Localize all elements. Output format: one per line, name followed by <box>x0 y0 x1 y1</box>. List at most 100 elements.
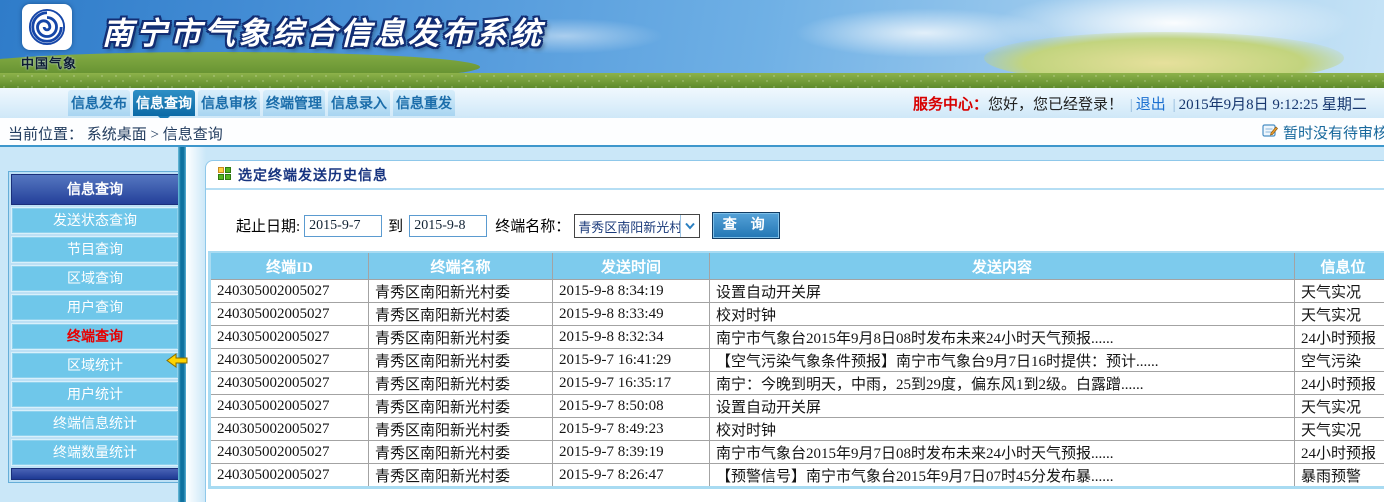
table-row: 240305002005027 青秀区南阳新光村委 2015-9-7 8:39:… <box>210 441 1384 464</box>
breadcrumb-home-link[interactable]: 系统桌面 <box>87 127 147 143</box>
cell-terminal-name: 青秀区南阳新光村委 <box>369 395 553 418</box>
date-from-input[interactable] <box>304 215 382 237</box>
cell-send-content: 南宁：今晚到明天，中雨，25到29度，偏东风1到2级。白露蹭...... <box>710 372 1295 395</box>
sidebar-item-user-query[interactable]: 用户查询 <box>11 294 179 321</box>
cell-terminal-id: 240305002005027 <box>210 372 369 395</box>
cell-send-content: 【空气污染气象条件预报】南宁市气象台9月7日16时提供：预计...... <box>710 349 1295 372</box>
cell-terminal-id: 240305002005027 <box>210 349 369 372</box>
sidebar-item-user-stats[interactable]: 用户统计 <box>11 381 179 408</box>
panel-header: 选定终端发送历史信息 <box>206 161 1384 190</box>
service-center-label: 服务中心： <box>913 97 988 113</box>
breadcrumb-separator: > <box>151 127 159 143</box>
sidebar-item-area-query[interactable]: 区域查询 <box>11 265 179 292</box>
sidebar-item-area-stats[interactable]: 区域统计 <box>11 352 179 379</box>
breadcrumb-bar: 当前位置： 系统桌面 > 信息查询 暂时没有待审核信息 <box>0 118 1384 147</box>
cell-send-time: 2015-9-7 8:39:19 <box>553 441 710 464</box>
cell-info-type: 天气实况 <box>1295 395 1384 418</box>
table-header-cell: 信息位 <box>1295 252 1384 280</box>
sidebar-title: 信息查询 <box>11 174 179 205</box>
breadcrumb-label: 当前位置： <box>8 127 83 143</box>
terminal-select-value: 青秀区南阳新光村委 <box>575 215 680 237</box>
sidebar-item-terminal-count-stats[interactable]: 终端数量统计 <box>11 439 179 466</box>
banner: 中国气象 南宁市气象综合信息发布系统 <box>0 0 1384 88</box>
logo-caption: 中国气象 <box>12 53 86 72</box>
cell-terminal-name: 青秀区南阳新光村委 <box>369 464 553 488</box>
cell-send-content: 设置自动开关屏 <box>710 280 1295 303</box>
separator: | <box>1173 97 1176 113</box>
sidebar-item-send-status-query[interactable]: 发送状态查询 <box>11 207 179 234</box>
chevron-down-icon[interactable] <box>680 215 699 237</box>
cell-terminal-id: 240305002005027 <box>210 395 369 418</box>
cell-terminal-id: 240305002005027 <box>210 326 369 349</box>
sidebar-item-terminal-info-stats[interactable]: 终端信息统计 <box>11 410 179 437</box>
tab-info-query[interactable]: 信息查询 <box>133 90 195 116</box>
sidebar-item-terminal-query[interactable]: 终端查询 <box>11 323 179 350</box>
table-header-cell: 发送内容 <box>710 252 1295 280</box>
date-range-label: 起止日期: <box>236 215 300 236</box>
grass-decoration <box>0 73 1384 88</box>
sidebar-item-program-query[interactable]: 节目查询 <box>11 236 179 263</box>
tab-info-review[interactable]: 信息审核 <box>198 90 260 116</box>
cell-info-type: 暴雨预警 <box>1295 464 1384 488</box>
table-body: 240305002005027 青秀区南阳新光村委 2015-9-8 8:34:… <box>210 280 1384 488</box>
table-header-cell: 终端ID <box>210 252 369 280</box>
cell-terminal-name: 青秀区南阳新光村委 <box>369 280 553 303</box>
cell-terminal-name: 青秀区南阳新光村委 <box>369 418 553 441</box>
sidebar: 信息查询 发送状态查询 节目查询 区域查询 用户查询 终端查询 区域统计 用户统… <box>8 171 182 483</box>
table-row: 240305002005027 青秀区南阳新光村委 2015-9-8 8:33:… <box>210 303 1384 326</box>
datetime-display: 2015年9月8日 9:12:25 星期二 <box>1179 97 1367 113</box>
content-area: 信息查询 发送状态查询 节目查询 区域查询 用户查询 终端查询 区域统计 用户统… <box>0 147 1384 502</box>
cell-terminal-name: 青秀区南阳新光村委 <box>369 372 553 395</box>
table-row: 240305002005027 青秀区南阳新光村委 2015-9-7 8:50:… <box>210 395 1384 418</box>
cell-info-type: 24小时预报 <box>1295 372 1384 395</box>
review-notice-text: 暂时没有待审核信息 <box>1283 122 1384 143</box>
cell-terminal-name: 青秀区南阳新光村委 <box>369 349 553 372</box>
terminal-select[interactable]: 青秀区南阳新光村委 <box>574 214 700 238</box>
query-form: 起止日期: 到 终端名称： 青秀区南阳新光村委 查 询 <box>236 212 1384 239</box>
nav-bar: 信息发布 信息查询 信息审核 终端管理 信息录入 信息重发 服务中心：您好，您已… <box>0 88 1384 118</box>
cell-send-content: 南宁市气象台2015年9月8日08时发布未来24小时天气预报...... <box>710 326 1295 349</box>
cell-send-time: 2015-9-8 8:32:34 <box>553 326 710 349</box>
history-table: 终端ID终端名称发送时间发送内容信息位 240305002005027 青秀区南… <box>208 251 1384 489</box>
date-to-input[interactable] <box>409 215 487 237</box>
table-row: 240305002005027 青秀区南阳新光村委 2015-9-8 8:32:… <box>210 326 1384 349</box>
cell-send-time: 2015-9-7 8:26:47 <box>553 464 710 488</box>
logout-link[interactable]: 退出 <box>1136 97 1166 113</box>
service-center-bar: 服务中心：您好，您已经登录！ |退出 |2015年9月8日 9:12:25 星期… <box>913 93 1367 114</box>
cell-send-content: 校对时钟 <box>710 303 1295 326</box>
cell-terminal-id: 240305002005027 <box>210 464 369 488</box>
breadcrumb-current: 信息查询 <box>163 127 223 143</box>
terminal-name-label: 终端名称： <box>495 215 570 236</box>
tab-info-publish[interactable]: 信息发布 <box>68 90 130 116</box>
cell-send-content: 【预警信号】南宁市气象台2015年9月7日07时45分发布暴...... <box>710 464 1295 488</box>
tab-terminal-manage[interactable]: 终端管理 <box>263 90 325 116</box>
login-greeting: 您好，您已经登录！ <box>988 97 1123 113</box>
tab-info-resend[interactable]: 信息重发 <box>393 90 455 116</box>
cell-send-content: 南宁市气象台2015年9月7日08时发布未来24小时天气预报...... <box>710 441 1295 464</box>
table-row: 240305002005027 青秀区南阳新光村委 2015-9-7 8:49:… <box>210 418 1384 441</box>
cell-terminal-name: 青秀区南阳新光村委 <box>369 326 553 349</box>
collapse-sidebar-arrow-icon[interactable] <box>166 353 188 371</box>
cell-terminal-id: 240305002005027 <box>210 418 369 441</box>
cell-info-type: 天气实况 <box>1295 280 1384 303</box>
page-title: 南宁市气象综合信息发布系统 <box>102 8 544 53</box>
search-button[interactable]: 查 询 <box>712 212 780 239</box>
review-notice[interactable]: 暂时没有待审核信息 <box>1262 122 1384 143</box>
tab-info-entry[interactable]: 信息录入 <box>328 90 390 116</box>
cell-terminal-name: 青秀区南阳新光村委 <box>369 303 553 326</box>
cell-send-time: 2015-9-7 8:49:23 <box>553 418 710 441</box>
table-row: 240305002005027 青秀区南阳新光村委 2015-9-7 8:26:… <box>210 464 1384 488</box>
table-header-cell: 发送时间 <box>553 252 710 280</box>
cell-send-time: 2015-9-8 8:34:19 <box>553 280 710 303</box>
nav-tabs: 信息发布 信息查询 信息审核 终端管理 信息录入 信息重发 <box>68 90 455 116</box>
table-header-cell: 终端名称 <box>369 252 553 280</box>
cell-send-time: 2015-9-7 16:35:17 <box>553 372 710 395</box>
cell-send-time: 2015-9-7 8:50:08 <box>553 395 710 418</box>
splitter-shadow <box>186 147 206 502</box>
cell-info-type: 天气实况 <box>1295 418 1384 441</box>
breadcrumb: 当前位置： 系统桌面 > 信息查询 <box>8 123 223 144</box>
cell-info-type: 空气污染 <box>1295 349 1384 372</box>
main-panel: 选定终端发送历史信息 起止日期: 到 终端名称： 青秀区南阳新光村委 查 询 <box>205 160 1384 502</box>
sidebar-splitter[interactable] <box>178 147 186 502</box>
cell-send-time: 2015-9-8 8:33:49 <box>553 303 710 326</box>
